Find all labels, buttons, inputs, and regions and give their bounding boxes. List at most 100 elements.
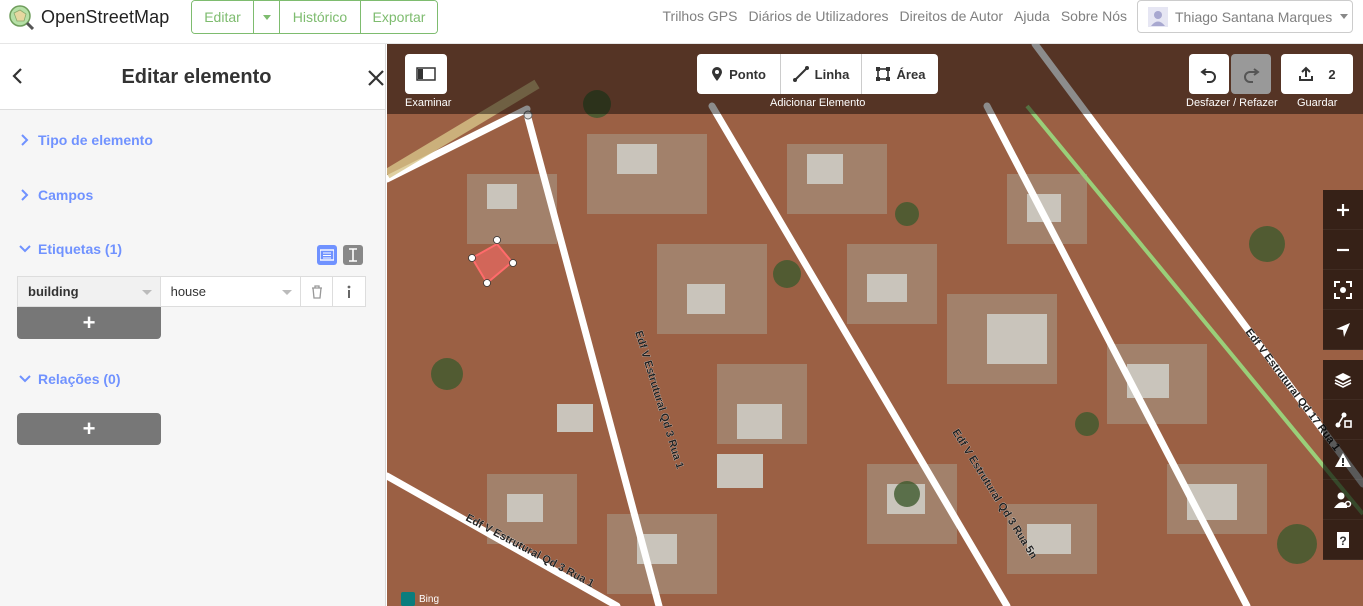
add-feature-group: Ponto Linha Área bbox=[697, 54, 938, 94]
add-line-label: Linha bbox=[814, 66, 850, 82]
section-relations-label: Relações (0) bbox=[38, 371, 121, 387]
undo-button[interactable] bbox=[1189, 54, 1229, 94]
tag-key-value: building bbox=[28, 284, 79, 299]
add-tag-button[interactable]: + bbox=[17, 307, 161, 339]
user-name: Thiago Santana Marques bbox=[1175, 8, 1333, 25]
page-title: Editar elemento bbox=[121, 66, 272, 88]
tag-row: building house bbox=[17, 276, 366, 307]
map-controls: ? bbox=[1323, 190, 1363, 560]
chevron-down-icon bbox=[19, 245, 31, 253]
save-button[interactable]: 2 bbox=[1281, 54, 1353, 94]
nav-help[interactable]: Ajuda bbox=[1014, 8, 1050, 24]
redo-icon bbox=[1244, 68, 1260, 83]
edit-button[interactable]: Editar bbox=[192, 1, 254, 33]
add-feature-label: Adicionar Elemento bbox=[770, 97, 866, 109]
section-fields-label: Campos bbox=[38, 187, 94, 203]
delete-tag-button[interactable] bbox=[301, 277, 334, 306]
tag-info-button[interactable] bbox=[333, 277, 365, 306]
svg-text:?: ? bbox=[1339, 534, 1346, 548]
tag-key-input[interactable]: building bbox=[18, 277, 161, 306]
top-header: OpenStreetMap Editar Histórico Exportar … bbox=[0, 0, 1363, 44]
zoom-in-button[interactable] bbox=[1323, 190, 1363, 230]
help-icon: ? bbox=[1337, 531, 1349, 548]
help-button[interactable]: ? bbox=[1323, 520, 1363, 560]
map-canvas[interactable]: Edf V Estrutural Qd 3 Rua 1 Edf V Estrut… bbox=[387, 44, 1363, 606]
tag-view-toggle bbox=[317, 245, 363, 265]
minus-icon bbox=[1337, 248, 1349, 251]
map-data-button[interactable] bbox=[1323, 400, 1363, 440]
tag-value-value: house bbox=[170, 284, 207, 299]
map-toolbar: Examinar Ponto Linha Área Adicionar Elem… bbox=[387, 44, 1363, 114]
tag-value-input[interactable]: house bbox=[161, 277, 302, 306]
chevron-down-icon bbox=[262, 14, 271, 20]
point-icon bbox=[712, 67, 723, 81]
line-icon bbox=[792, 66, 809, 82]
user-settings-icon bbox=[1334, 492, 1352, 508]
section-fields[interactable]: Campos bbox=[19, 187, 93, 203]
redo-button[interactable] bbox=[1231, 54, 1271, 94]
edit-dropdown-button[interactable] bbox=[254, 1, 280, 33]
layers-icon bbox=[1334, 372, 1352, 388]
geolocate-button[interactable] bbox=[1323, 310, 1363, 350]
background-settings-button[interactable] bbox=[1323, 360, 1363, 400]
browse-button[interactable] bbox=[405, 54, 447, 94]
add-area-label: Área bbox=[896, 66, 926, 82]
add-point-label: Ponto bbox=[729, 66, 766, 82]
close-icon[interactable] bbox=[366, 68, 386, 88]
zoom-to-selection-button[interactable] bbox=[1323, 270, 1363, 310]
history-button[interactable]: Histórico bbox=[280, 1, 361, 33]
attribution-label: Bing bbox=[419, 593, 440, 605]
add-area-button[interactable]: Área bbox=[862, 54, 938, 94]
zoom-to-selection-icon bbox=[1334, 280, 1352, 299]
avatar-icon bbox=[1148, 6, 1168, 27]
issues-button[interactable] bbox=[1323, 440, 1363, 480]
section-feature-type-label: Tipo de elemento bbox=[38, 132, 153, 148]
export-button[interactable]: Exportar bbox=[361, 1, 437, 33]
nav-gps-traces[interactable]: Trilhos GPS bbox=[663, 8, 738, 24]
chevron-down-icon bbox=[282, 290, 293, 295]
section-tags-label: Etiquetas (1) bbox=[38, 241, 123, 257]
info-icon bbox=[347, 285, 351, 298]
chevron-right-icon bbox=[21, 189, 29, 201]
bing-logo-icon bbox=[401, 592, 415, 606]
plus-icon bbox=[1337, 203, 1349, 216]
osm-logo[interactable]: OpenStreetMap bbox=[8, 4, 169, 30]
user-menu[interactable]: Thiago Santana Marques bbox=[1137, 0, 1353, 33]
osm-magnifier-icon bbox=[9, 5, 34, 30]
text-view-icon[interactable] bbox=[343, 245, 363, 265]
nav-copyright[interactable]: Direitos de Autor bbox=[900, 8, 1004, 24]
chevron-down-icon bbox=[19, 375, 31, 383]
chevron-down-icon bbox=[1340, 14, 1349, 19]
section-tags[interactable]: Etiquetas (1) bbox=[19, 241, 122, 257]
zoom-out-button[interactable] bbox=[1323, 230, 1363, 270]
preferences-button[interactable] bbox=[1323, 480, 1363, 520]
undo-redo-label: Desfazer / Refazer bbox=[1186, 97, 1278, 109]
save-label: Guardar bbox=[1297, 97, 1338, 109]
imagery-attribution[interactable]: Bing bbox=[401, 592, 439, 606]
sidebar: Editar elemento Tipo de elemento Campos … bbox=[0, 44, 386, 606]
sidebar-toggle-icon bbox=[416, 67, 436, 81]
browse-label: Examinar bbox=[405, 97, 452, 109]
nav-user-diaries[interactable]: Diários de Utilizadores bbox=[748, 8, 888, 24]
add-relation-button[interactable]: + bbox=[17, 413, 161, 445]
warning-icon bbox=[1335, 452, 1351, 467]
section-relations[interactable]: Relações (0) bbox=[19, 371, 120, 387]
map-data-icon bbox=[1335, 412, 1352, 428]
chevron-down-icon bbox=[141, 290, 152, 295]
nav-about[interactable]: Sobre Nós bbox=[1061, 8, 1127, 24]
area-icon bbox=[875, 67, 890, 81]
section-feature-type[interactable]: Tipo de elemento bbox=[19, 132, 153, 148]
undo-icon bbox=[1200, 68, 1216, 83]
list-view-icon[interactable] bbox=[317, 245, 337, 265]
sidebar-header: Editar elemento bbox=[0, 44, 385, 110]
satellite-imagery: Edf V Estrutural Qd 3 Rua 1 Edf V Estrut… bbox=[387, 44, 1363, 606]
secondary-nav: Trilhos GPS Diários de Utilizadores Dire… bbox=[663, 8, 1127, 24]
save-count: 2 bbox=[1328, 66, 1336, 82]
chevron-right-icon bbox=[21, 134, 29, 146]
add-point-button[interactable]: Ponto bbox=[697, 54, 781, 94]
trash-icon bbox=[311, 284, 322, 299]
geolocate-icon bbox=[1336, 322, 1350, 337]
edit-nav-group: Editar Histórico Exportar bbox=[191, 0, 438, 34]
add-line-button[interactable]: Linha bbox=[781, 54, 862, 94]
brand-name: OpenStreetMap bbox=[41, 6, 170, 27]
